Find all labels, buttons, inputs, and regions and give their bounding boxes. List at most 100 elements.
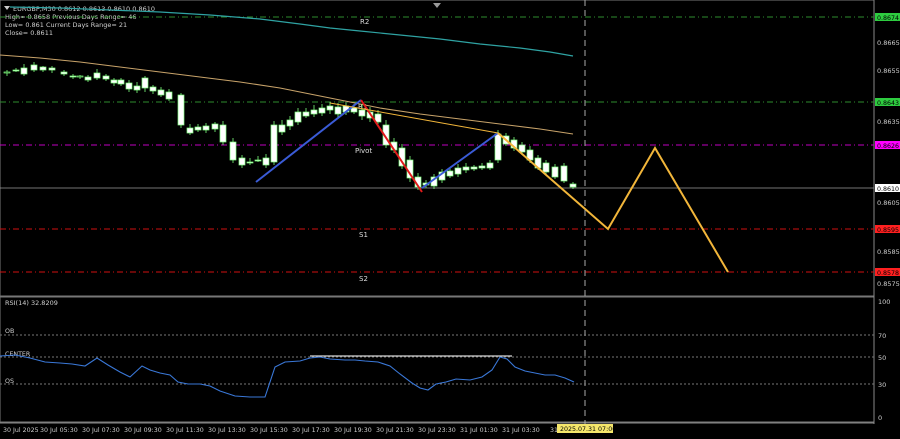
candle-body [334, 106, 342, 115]
rsi-tick: 70 [878, 332, 886, 340]
candle-body [141, 77, 149, 89]
time-axis-label: 30 Jul 19:30 [334, 427, 372, 434]
candle-body [186, 127, 194, 134]
time-axis-label: 31 Jul 01:30 [460, 427, 498, 434]
rsi-tick: 100 [878, 298, 890, 306]
time-axis-label: 30 Jul 17:30 [292, 427, 330, 434]
r1-price-tag-text: 0.8643 [877, 100, 899, 107]
pivot-label: Pivot [355, 147, 372, 155]
trading-chart[interactable]: EURGBP,M30 0.8612 0.8613 0.8610 0.8610 H… [0, 0, 900, 439]
candle-body [194, 126, 202, 131]
candle-body [262, 157, 270, 166]
candle-body [278, 124, 286, 133]
rsi-os-label: OS [5, 378, 14, 385]
candle-body [326, 105, 334, 111]
candle-body [238, 157, 246, 166]
candle-body [318, 107, 326, 114]
candle-body [462, 166, 470, 171]
candle-body [551, 166, 559, 178]
candle-body [76, 75, 84, 78]
candle-body [149, 86, 157, 92]
time-axis-label: 30 Jul 13:30 [208, 427, 246, 434]
candle-body [219, 124, 227, 143]
candle-body [569, 183, 577, 188]
time-axis-label: 30 Jul 07:30 [82, 427, 120, 434]
rsi-tick: 0 [878, 414, 882, 422]
time-axis-label: 30 Jul 23:30 [418, 427, 456, 434]
r2-label: R2 [360, 18, 369, 26]
price-tick: 0.8605 [877, 199, 900, 207]
main-chart-pane[interactable] [0, 0, 875, 297]
r2-price-tag-text: 0.8674 [877, 15, 899, 22]
header-line-3: Low= 0.861 Current Days Range= 21 [5, 21, 127, 29]
rsi-tick: 50 [878, 354, 886, 362]
candle-body [486, 162, 494, 169]
time-axis-label: 30 Jul 15:30 [250, 427, 288, 434]
candle-body [294, 111, 302, 123]
candle-body [246, 161, 254, 164]
current-price-tag-text: 0.8610 [877, 186, 899, 193]
candle-body [110, 79, 118, 84]
time-axis-label: 30 Jul 2025 [3, 427, 39, 434]
s2-price-tag-text: 0.8578 [877, 270, 899, 277]
candle-body [177, 94, 185, 126]
time-axis-label: 30 Jul 11:30 [166, 427, 204, 434]
candle-body [48, 67, 56, 71]
candle-body [470, 166, 478, 170]
candle-body [93, 72, 101, 79]
candle-body [12, 69, 20, 72]
price-tick: 0.8635 [877, 118, 900, 126]
price-axis: 0.8665 0.8655 0.8635 0.8605 0.8585 0.857… [877, 39, 900, 288]
rsi-pane[interactable] [0, 296, 875, 423]
rsi-title: RSI(14) 32.8209 [5, 299, 58, 307]
candle-body [60, 71, 68, 75]
candle-body [542, 162, 550, 173]
s1-price-tag-text: 0.8595 [877, 227, 899, 234]
candle-body [157, 89, 165, 96]
pivot-price-tag-text: 0.8626 [877, 143, 899, 150]
price-tick: 0.8665 [877, 39, 900, 47]
cursor-time-tag-text: 2025.07.31 07:00 [560, 426, 616, 433]
s2-label: S2 [359, 275, 368, 283]
candle-body [310, 109, 318, 115]
candle-body [102, 75, 110, 80]
s1-label: S1 [359, 231, 368, 239]
candle-body [478, 165, 486, 169]
candle-body [30, 64, 38, 71]
candle-body [494, 133, 502, 161]
rsi-tick: 30 [878, 381, 886, 389]
candle-body [350, 107, 358, 113]
candle-body [39, 66, 47, 71]
candle-body [165, 91, 173, 100]
candle-body [211, 123, 219, 130]
candle-body [69, 75, 77, 78]
price-tick: 0.8655 [877, 67, 900, 75]
candle-body [202, 125, 210, 131]
candle-body [254, 159, 262, 162]
time-axis: 30 Jul 2025 30 Jul 05:30 30 Jul 07:30 30 Ju… [3, 427, 558, 434]
candle-body [270, 124, 278, 163]
time-axis-label: 31 [550, 427, 558, 434]
rsi-ob-label: OB [5, 328, 14, 335]
time-axis-label: 30 Jul 05:30 [40, 427, 78, 434]
price-tick: 0.8585 [877, 248, 900, 256]
candle-body [229, 141, 237, 161]
candle-body [302, 111, 310, 117]
time-axis-label: 30 Jul 21:30 [376, 427, 414, 434]
price-tick: 0.8575 [877, 280, 900, 288]
candle-body [286, 119, 294, 127]
candle-body [3, 71, 11, 74]
rsi-axis: 100 70 50 30 0 [878, 298, 890, 422]
candle-body [20, 67, 28, 75]
candle-body [446, 170, 454, 177]
candle-body [454, 167, 462, 175]
candle-body [560, 165, 568, 182]
candle-body [358, 109, 366, 117]
time-axis-label: 30 Jul 09:30 [124, 427, 162, 434]
time-axis-label: 31 Jul 03:30 [502, 427, 540, 434]
candle-body [125, 82, 133, 90]
header-line-4: Close= 0.8611 [5, 29, 53, 37]
candle-body [117, 79, 125, 85]
candle-body [133, 85, 141, 91]
candle-body [84, 76, 92, 81]
